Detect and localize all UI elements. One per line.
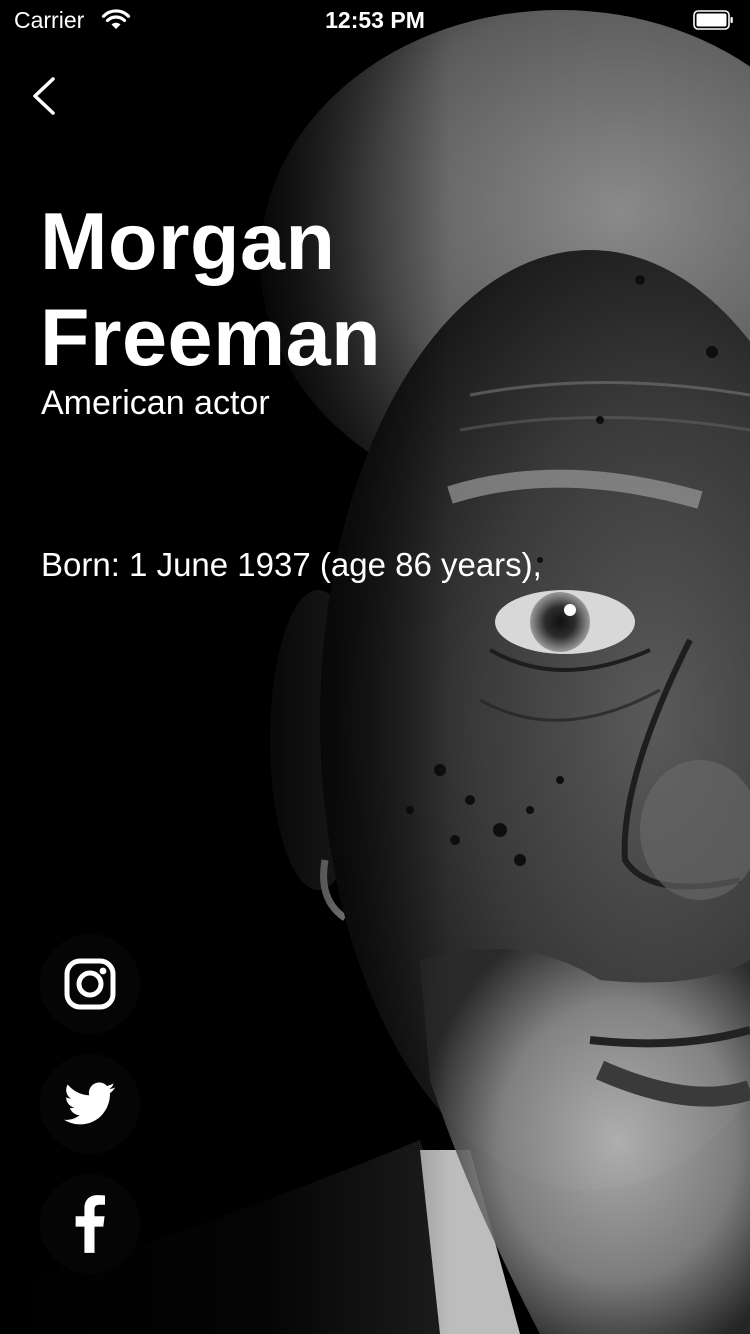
chevron-left-icon <box>33 77 55 115</box>
twitter-icon <box>64 1082 116 1125</box>
status-bar: Carrier 12:53 PM <box>0 0 750 40</box>
artist-profile-screen: Carrier 12:53 PM Morgan Freeman American… <box>0 0 750 1334</box>
clock-label: 12:53 PM <box>325 7 425 33</box>
person-name-heading: Morgan Freeman <box>40 194 460 386</box>
instagram-icon <box>64 958 116 1010</box>
person-last-name: Freeman <box>40 293 382 383</box>
person-occupation: American actor <box>41 384 270 422</box>
facebook-icon <box>75 1195 105 1253</box>
person-first-name: Morgan <box>40 197 336 287</box>
twitter-button[interactable] <box>40 1054 140 1154</box>
instagram-button[interactable] <box>40 934 140 1034</box>
facebook-button[interactable] <box>40 1174 140 1274</box>
person-born-info: Born: 1 June 1937 (age 86 years), <box>41 546 542 583</box>
back-button[interactable] <box>22 70 70 122</box>
battery-icon <box>693 10 733 30</box>
